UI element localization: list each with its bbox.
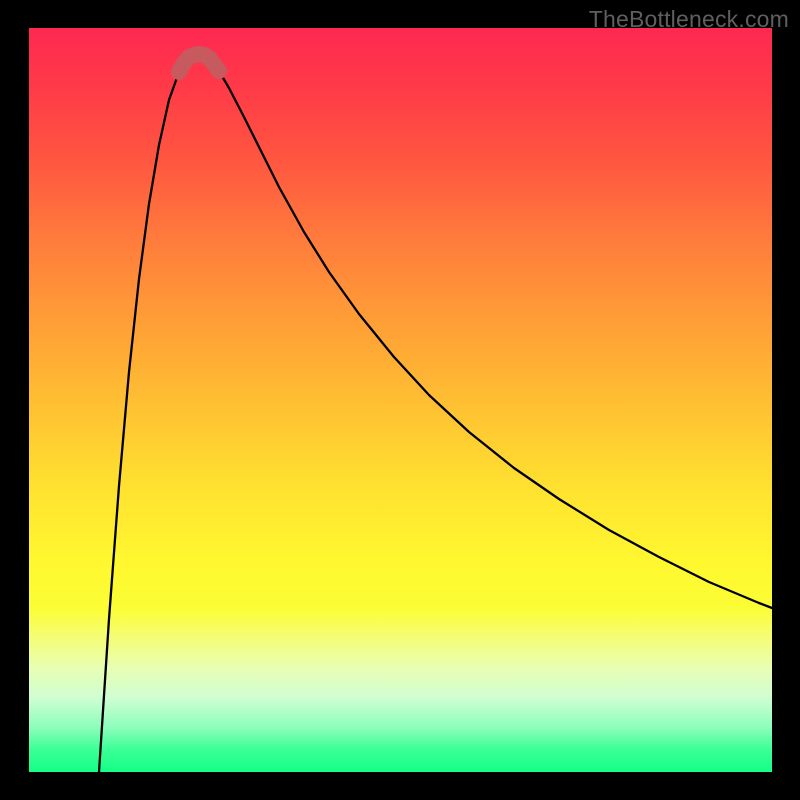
- chart-svg: [29, 28, 772, 772]
- watermark-text: TheBottleneck.com: [589, 6, 789, 33]
- bottleneck-curve-right: [199, 54, 772, 608]
- bottleneck-curve-left: [99, 54, 199, 772]
- chart-plot-area: [29, 28, 772, 772]
- bottleneck-marker: [179, 54, 219, 72]
